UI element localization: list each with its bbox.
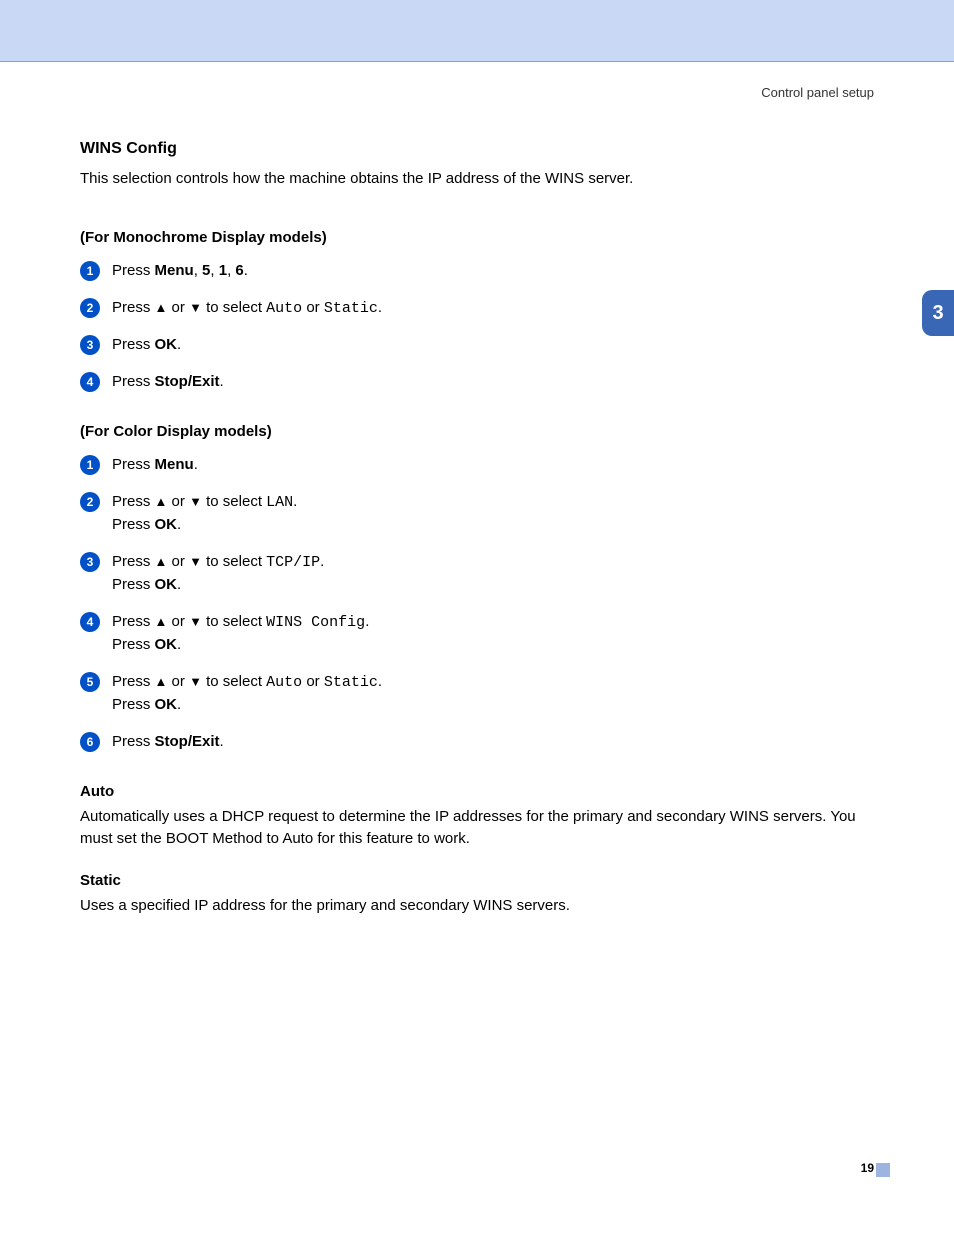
section-title: WINS Config [80,140,880,158]
color-heading: (For Color Display models) [80,423,880,440]
step-text: Press ▲ or ▼ to select Auto or Static.Pr… [112,671,382,717]
step-number-badge: 1 [80,261,100,281]
step: 6 Press Stop/Exit. [80,731,880,754]
chapter-tab: 3 [922,290,954,336]
top-banner [0,0,954,62]
step: 1 Press Menu. [80,454,880,477]
step: 1 Press Menu, 5, 1, 6. [80,260,880,283]
step-text: Press ▲ or ▼ to select LAN.Press OK. [112,491,297,537]
step-number-badge: 3 [80,335,100,355]
step-text: Press ▲ or ▼ to select WINS Config.Press… [112,611,369,657]
step-text: Press Stop/Exit. [112,731,224,754]
mono-steps: 1 Press Menu, 5, 1, 6. 2 Press ▲ or ▼ to se… [80,260,880,393]
step-number-badge: 5 [80,672,100,692]
step-number-badge: 4 [80,612,100,632]
step: 5 Press ▲ or ▼ to select Auto or Static.P… [80,671,880,717]
page-content: WINS Config This selection controls how … [80,140,880,938]
step-text: Press ▲ or ▼ to select Auto or Static. [112,297,382,321]
step-number-badge: 4 [80,372,100,392]
step-number-badge: 1 [80,455,100,475]
step-number-badge: 2 [80,492,100,512]
page-number: 19 [861,1161,874,1175]
section-intro: This selection controls how the machine … [80,168,880,189]
step: 3 Press ▲ or ▼ to select TCP/IP.Press OK. [80,551,880,597]
auto-label: Auto [80,783,880,800]
step-text: Press ▲ or ▼ to select TCP/IP.Press OK. [112,551,324,597]
step: 3 Press OK. [80,334,880,357]
step-text: Press OK. [112,334,181,357]
step-number-badge: 2 [80,298,100,318]
static-label: Static [80,872,880,889]
step-number-badge: 6 [80,732,100,752]
step-text: Press Menu. [112,454,198,477]
page-number-bar [876,1163,890,1177]
step: 2 Press ▲ or ▼ to select Auto or Static. [80,297,880,321]
step: 4 Press Stop/Exit. [80,371,880,394]
auto-text: Automatically uses a DHCP request to det… [80,806,880,850]
step-text: Press Stop/Exit. [112,371,224,394]
step-text: Press Menu, 5, 1, 6. [112,260,248,283]
step: 2 Press ▲ or ▼ to select LAN.Press OK. [80,491,880,537]
step-number-badge: 3 [80,552,100,572]
header-right: Control panel setup [761,85,874,100]
color-steps: 1 Press Menu. 2 Press ▲ or ▼ to select LAN.… [80,454,880,753]
step: 4 Press ▲ or ▼ to select WINS Config.Pres… [80,611,880,657]
mono-heading: (For Monochrome Display models) [80,229,880,246]
static-text: Uses a specified IP address for the prim… [80,895,880,917]
